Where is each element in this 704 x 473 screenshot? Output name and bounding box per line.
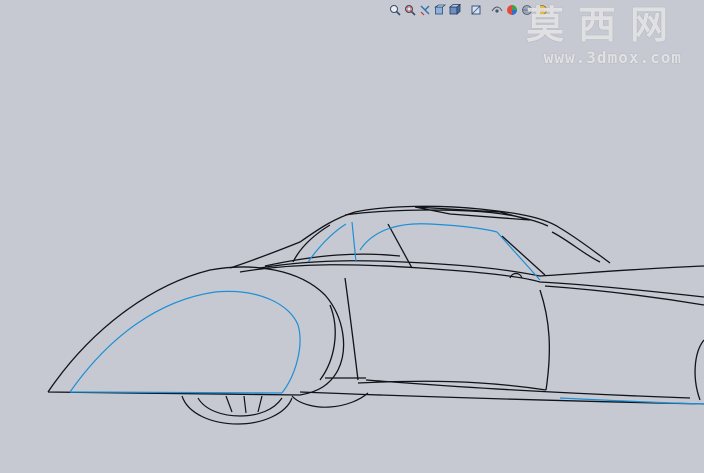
section-view-icon[interactable]: [433, 4, 446, 17]
wheel-spoke: [225, 395, 233, 413]
tire-rear-2: [291, 392, 369, 408]
wheel-outline: [181, 395, 293, 425]
window-highlight-2: [351, 221, 357, 263]
fender-inner-edge: [319, 304, 336, 381]
highlight-edges: [69, 221, 704, 405]
zoom-fit-icon[interactable]: [388, 4, 401, 17]
view-orientation-icon[interactable]: [448, 4, 461, 17]
previous-view-icon[interactable]: [418, 4, 431, 17]
window-highlight-3: [359, 223, 498, 251]
body-edges: [47, 205, 704, 405]
fender-highlight: [69, 290, 301, 394]
roof-inner-line: [344, 209, 549, 227]
appearance-icon[interactable]: [505, 4, 518, 17]
beltline-2: [259, 260, 704, 277]
front-fender: [694, 339, 704, 401]
watermark-url: www.3dmox.com: [543, 48, 682, 67]
graphics-viewport[interactable]: 莫西网 www.3dmox.com: [0, 0, 704, 469]
c-pillar: [501, 235, 546, 276]
car-sketch: [47, 205, 704, 425]
watermark-chinese: 莫西网: [525, 3, 682, 47]
watermark: 莫西网 www.3dmox.com: [526, 4, 682, 68]
sill-line-2: [365, 379, 691, 399]
wheel-spoke: [257, 395, 263, 413]
wheel-rim: [197, 397, 283, 417]
display-style-icon[interactable]: [469, 4, 482, 17]
wheel-spoke: [243, 395, 247, 414]
hide-show-icon[interactable]: [490, 4, 503, 17]
heads-up-view-toolbar: [388, 2, 548, 18]
roof-line: [229, 205, 611, 269]
rear-wheel: [181, 392, 369, 425]
door-front-edge: [344, 277, 359, 381]
door-rear-edge: [539, 289, 551, 391]
window-frame: [551, 231, 601, 263]
zoom-area-icon[interactable]: [403, 4, 416, 17]
